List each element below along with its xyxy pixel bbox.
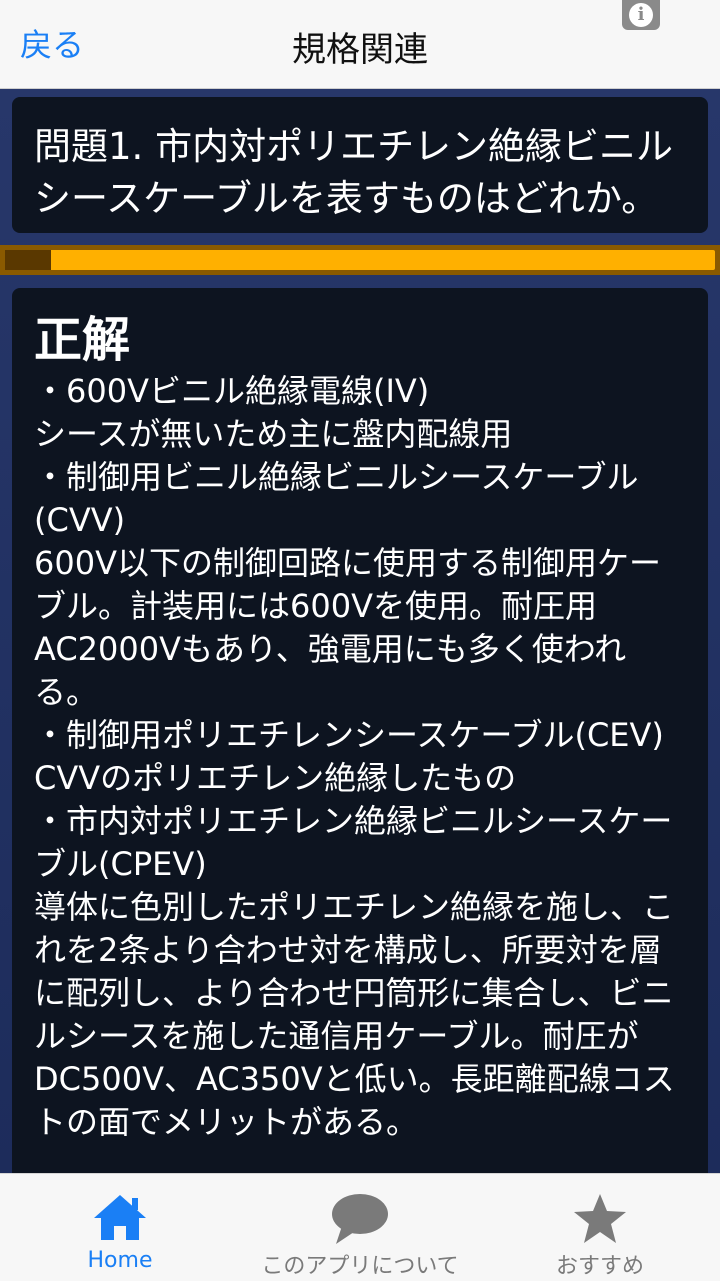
- answer-card[interactable]: 正解 ・600Vビニル絶縁電線(IV) シースが無いため主に盤内配線用 ・制御用…: [12, 288, 708, 1188]
- answer-body: ・600Vビニル絶縁電線(IV) シースが無いため主に盤内配線用 ・制御用ビニル…: [34, 372, 675, 1141]
- speech-bubble-icon: [332, 1194, 388, 1244]
- info-icon: i: [629, 3, 653, 27]
- question-card: 問題1. 市内対ポリエチレン絶縁ビニルシースケーブルを表すものはどれか。: [12, 97, 708, 233]
- tab-about-label: このアプリについて: [261, 1254, 459, 1279]
- tab-home[interactable]: Home: [0, 1174, 240, 1281]
- tab-recommend-label: おすすめ: [555, 1254, 644, 1279]
- answer-heading: 正解: [34, 312, 131, 368]
- tab-recommend[interactable]: おすすめ: [480, 1174, 720, 1281]
- progress-track: [5, 250, 715, 270]
- home-icon: [94, 1195, 146, 1240]
- progress-fill: [5, 250, 52, 270]
- page-title: 規格関連: [292, 30, 428, 70]
- tab-bar: Home このアプリについて おすすめ: [0, 1173, 720, 1281]
- navigation-bar: 戻る 規格関連 i: [0, 0, 720, 89]
- main-content: 問題1. 市内対ポリエチレン絶縁ビニルシースケーブルを表すものはどれか。 正解 …: [0, 89, 720, 1188]
- info-button[interactable]: i: [622, 0, 660, 30]
- tab-home-label: Home: [87, 1248, 153, 1273]
- progress-bar: [0, 245, 720, 275]
- question-text: 問題1. 市内対ポリエチレン絶縁ビニルシースケーブルを表すものはどれか。: [34, 125, 674, 220]
- star-icon: [574, 1194, 626, 1243]
- tab-about[interactable]: このアプリについて: [240, 1174, 480, 1281]
